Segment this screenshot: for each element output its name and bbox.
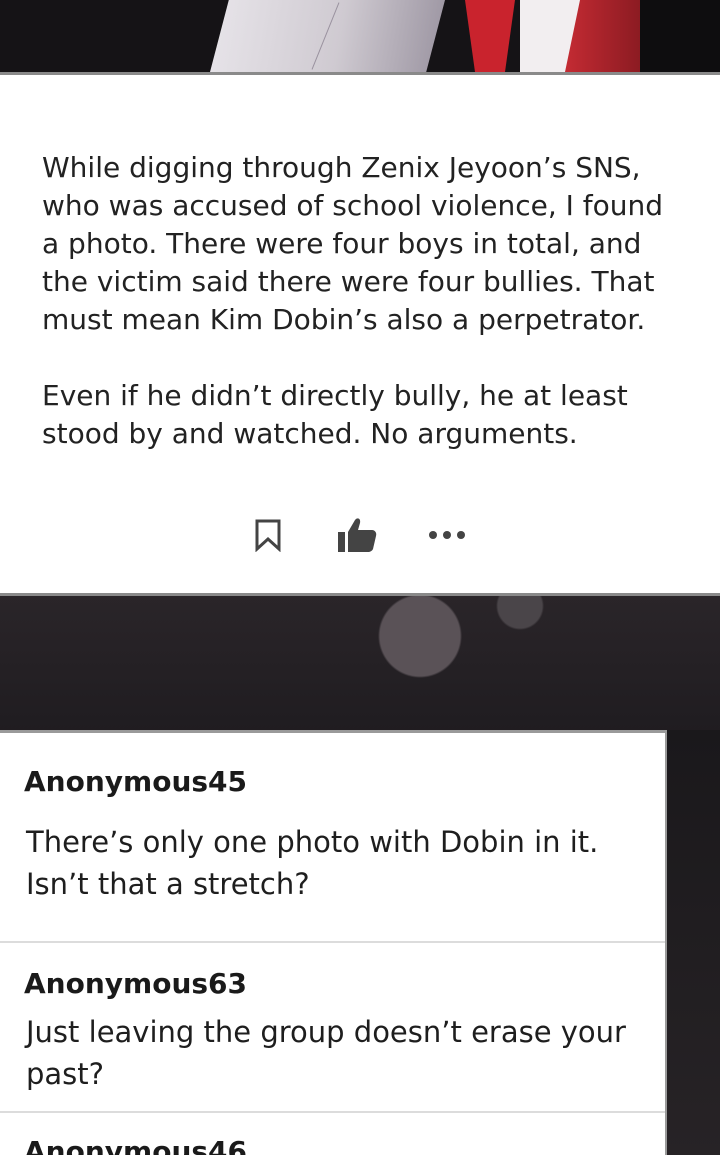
comment-body: There’s only one photo with Dobin in it.… <box>26 825 599 901</box>
like-button[interactable] <box>332 515 382 555</box>
post-actions <box>0 515 720 555</box>
comment-item: Anonymous46 <box>0 1113 665 1155</box>
comment-author: Anonymous45 <box>24 765 248 798</box>
more-dots-icon <box>429 531 465 539</box>
comment-item: Anonymous63 Just leaving the group doesn… <box>0 943 665 1113</box>
bookmark-icon <box>255 519 281 552</box>
comment-item: Anonymous45 There’s only one photo with … <box>0 733 665 943</box>
comments-panel: Anonymous45 There’s only one photo with … <box>0 730 667 1155</box>
post-card: While digging through Zenix Jeyoon’s SNS… <box>0 72 720 596</box>
thumbs-up-icon <box>338 518 377 552</box>
dark-background-art <box>0 596 720 736</box>
comment-author: Anonymous63 <box>24 967 248 1000</box>
dark-side-art <box>667 730 720 1155</box>
more-button[interactable] <box>422 515 472 555</box>
comment-body: Just leaving the group doesn’t erase you… <box>26 1015 626 1091</box>
post-body: While digging through Zenix Jeyoon’s SNS… <box>42 149 682 491</box>
top-illustration <box>0 0 720 72</box>
post-paragraph-2: Even if he didn’t directly bully, he at … <box>42 379 628 450</box>
post-paragraph-1: While digging through Zenix Jeyoon’s SNS… <box>42 151 664 336</box>
bookmark-button[interactable] <box>248 515 288 555</box>
comment-author: Anonymous46 <box>24 1135 248 1155</box>
